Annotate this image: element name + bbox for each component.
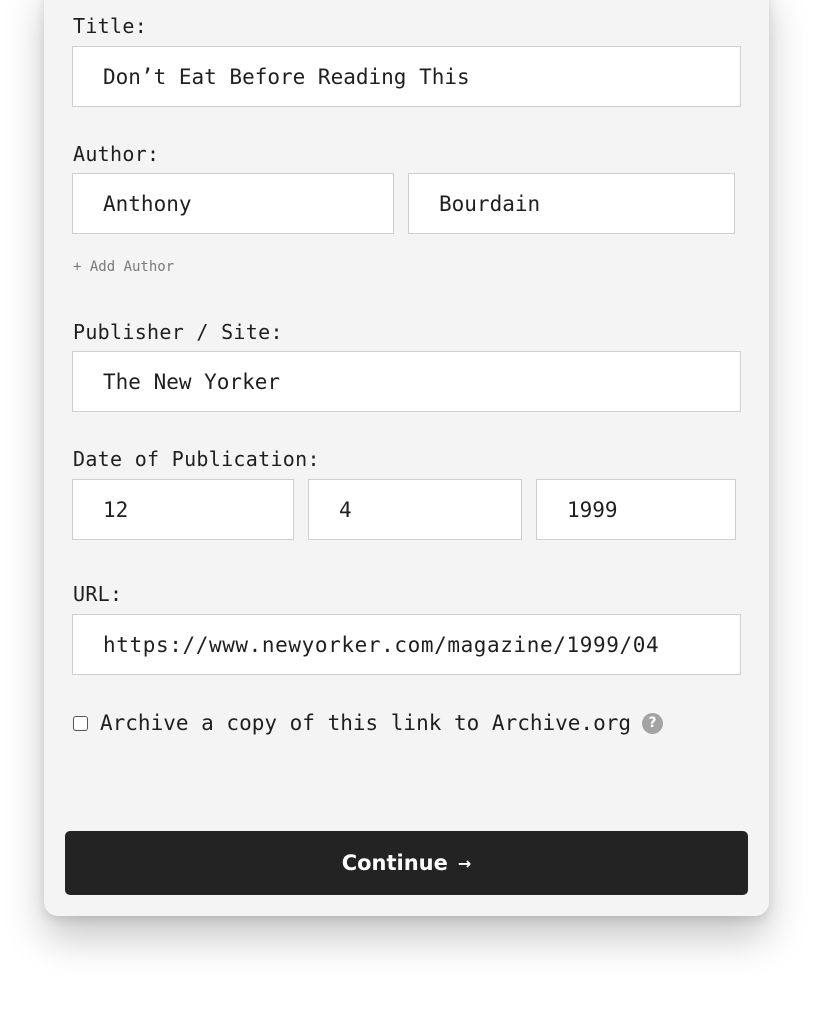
date-month-field[interactable]	[72, 479, 294, 540]
archive-option[interactable]: Archive a copy of this link to Archive.o…	[73, 708, 664, 738]
publisher-label: Publisher / Site:	[73, 320, 283, 344]
publisher-field[interactable]	[72, 351, 741, 412]
arrow-right-icon: →	[457, 853, 472, 873]
continue-button[interactable]: Continue →	[65, 831, 748, 895]
author-last-name-field[interactable]	[408, 173, 735, 234]
date-label: Date of Publication:	[73, 447, 320, 471]
author-label: Author:	[73, 142, 160, 166]
date-year-field[interactable]	[536, 479, 736, 540]
archive-label[interactable]: Archive a copy of this link to Archive.o…	[100, 711, 631, 735]
continue-label: Continue	[341, 851, 448, 875]
archive-checkbox[interactable]	[73, 715, 88, 731]
help-icon[interactable]: ?	[642, 712, 664, 734]
author-first-name-field[interactable]	[72, 173, 394, 234]
title-label: Title:	[73, 14, 148, 38]
url-label: URL:	[73, 582, 123, 606]
url-field[interactable]	[72, 614, 741, 675]
add-author-link[interactable]: + Add Author	[73, 259, 174, 275]
title-field[interactable]	[72, 46, 741, 107]
date-day-field[interactable]	[308, 479, 522, 540]
